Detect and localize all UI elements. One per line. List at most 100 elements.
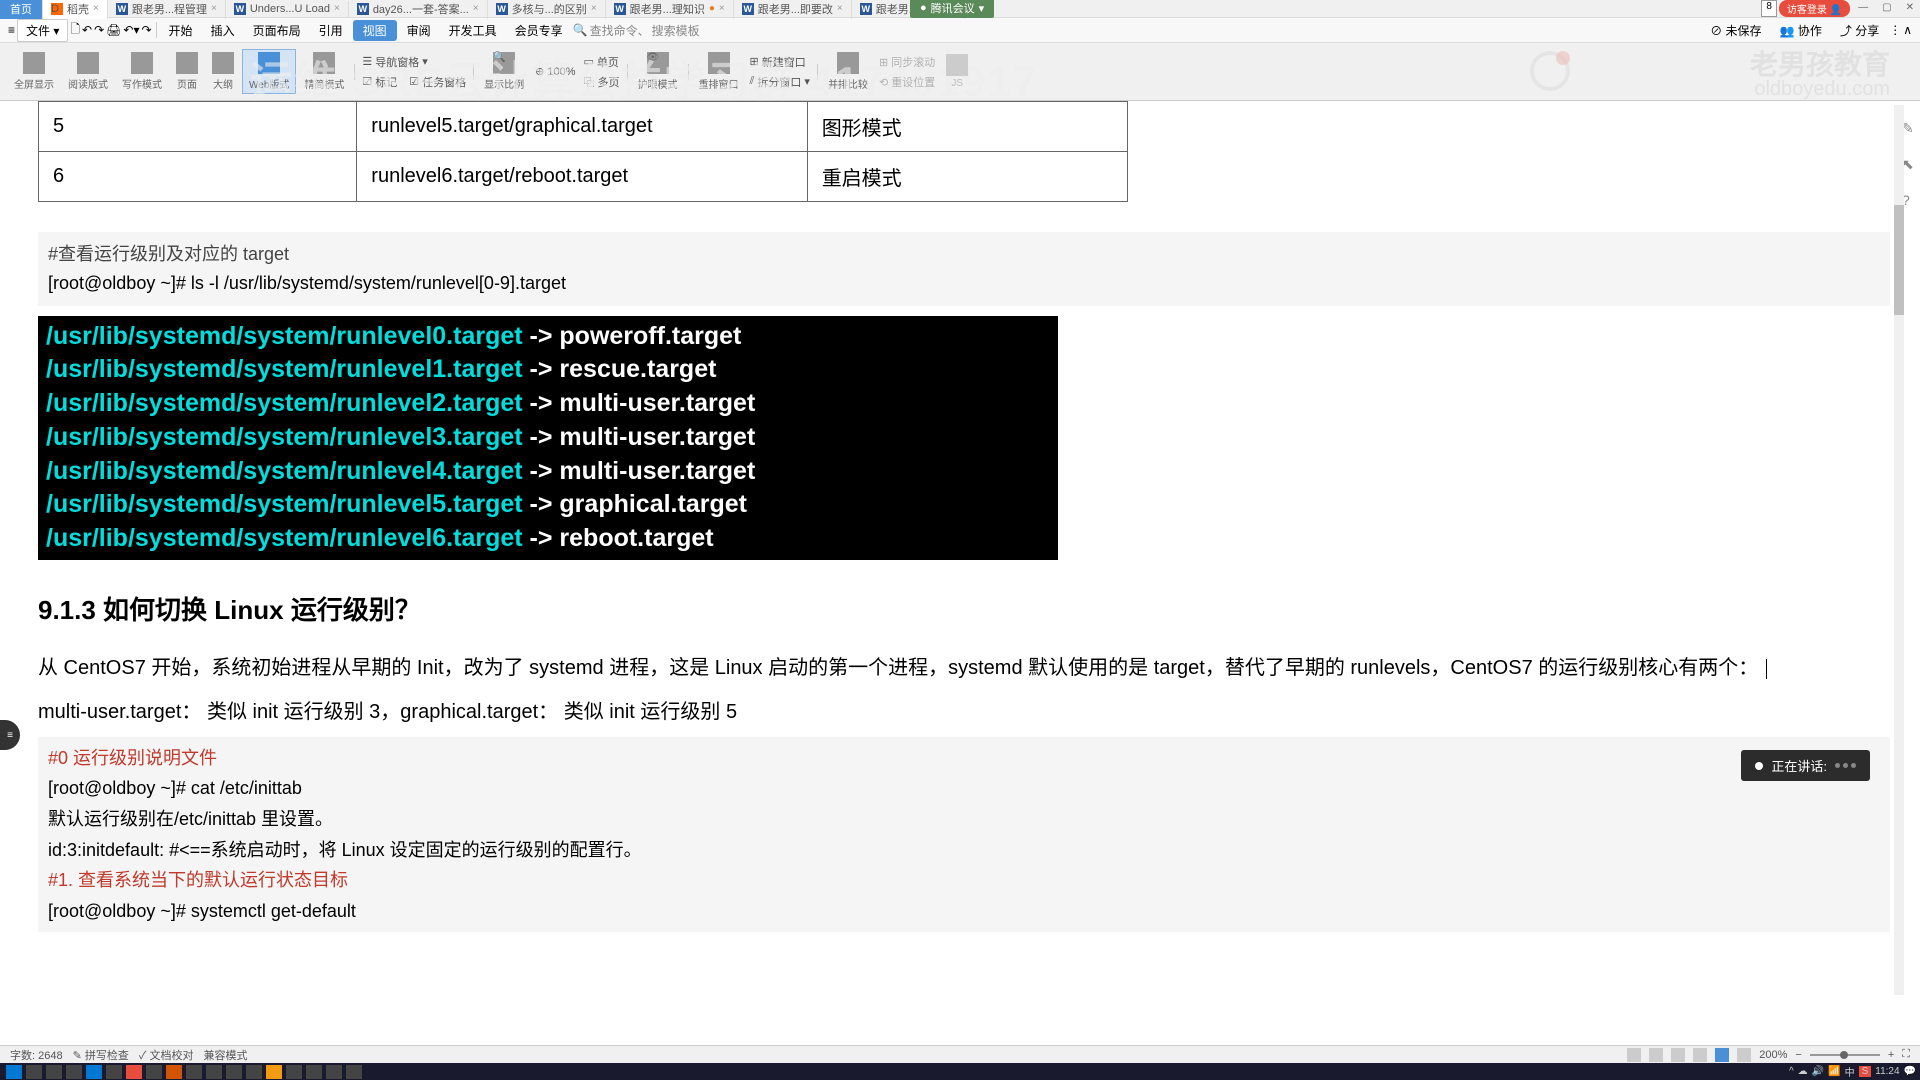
scrollbar-vertical[interactable]: [1894, 105, 1904, 995]
compat-mode[interactable]: 兼容模式: [203, 1047, 247, 1063]
tab-doc-2[interactable]: W跟老男...程管理×: [108, 0, 226, 19]
app-icon[interactable]: [306, 1065, 322, 1079]
menu-file[interactable]: 文件 ▾: [17, 19, 68, 42]
app-icon[interactable]: [246, 1065, 262, 1079]
tray-ime[interactable]: 中: [1845, 1064, 1855, 1079]
menu-dev[interactable]: 开发工具: [441, 20, 505, 41]
tab-doc-6[interactable]: W跟老男...理知识●×: [606, 0, 734, 19]
menu-layout[interactable]: 页面布局: [245, 20, 309, 41]
view-mode-icon[interactable]: [1737, 1048, 1751, 1062]
text-cursor: [1766, 659, 1767, 679]
fullscreen-icon[interactable]: ⛶: [1902, 1048, 1910, 1061]
cursor-icon[interactable]: ⬉: [1902, 156, 1918, 172]
word-count[interactable]: 字数: 2648: [10, 1047, 63, 1063]
pencil-icon[interactable]: ✎: [1902, 120, 1918, 136]
close-icon[interactable]: ×: [591, 3, 597, 14]
zoom-slider[interactable]: [1810, 1054, 1880, 1056]
tool-outline[interactable]: 大纲: [206, 50, 240, 93]
close-icon[interactable]: ×: [473, 3, 479, 14]
tool-writing[interactable]: 写作模式: [116, 50, 168, 93]
chrome-icon[interactable]: [126, 1065, 142, 1079]
app-icon[interactable]: [226, 1065, 242, 1079]
menu-member[interactable]: 会员专享: [507, 20, 571, 41]
menu-icon[interactable]: ≡: [8, 23, 15, 37]
tray-chevron[interactable]: ^: [1789, 1066, 1794, 1077]
redo-icon[interactable]: ↷: [94, 23, 104, 37]
speaking-dots: [1835, 763, 1856, 768]
close-button[interactable]: ✕: [1900, 0, 1920, 17]
floating-meeting-tab[interactable]: ● 腾讯会议 ▾: [910, 0, 994, 18]
mic-icon: [1755, 762, 1763, 770]
tab-doc-1[interactable]: D稻壳×: [43, 0, 108, 19]
tab-doc-5[interactable]: W多核与...的区别×: [488, 0, 606, 19]
menu-ref[interactable]: 引用: [311, 20, 351, 41]
tab-doc-4[interactable]: Wday26...一套-答案...×: [349, 0, 488, 19]
tab-doc-7[interactable]: W跟老男...即要改×: [734, 0, 852, 19]
folder-icon[interactable]: [266, 1065, 282, 1079]
close-icon[interactable]: ×: [93, 3, 99, 14]
task-view-icon[interactable]: [46, 1065, 62, 1079]
app-icon[interactable]: [166, 1065, 182, 1079]
tray-icon[interactable]: ☁: [1798, 1066, 1808, 1077]
save-icon[interactable]: 🗋: [70, 20, 80, 41]
tool-reading[interactable]: 阅读版式: [62, 50, 114, 93]
tool-fullscreen[interactable]: 全屏显示: [8, 50, 60, 93]
app-icon[interactable]: [186, 1065, 202, 1079]
scroll-thumb[interactable]: [1894, 205, 1904, 315]
search-box[interactable]: 🔍 查找命令、搜索模板: [573, 22, 700, 39]
menu-unsaved[interactable]: ⊘ 未保存: [1702, 20, 1769, 41]
view-mode-icon[interactable]: [1649, 1048, 1663, 1062]
undo-icon[interactable]: ↶: [82, 23, 92, 37]
table-cell: 图形模式: [807, 102, 1127, 152]
menu-insert[interactable]: 插入: [203, 20, 243, 41]
code-line: id:3:initdefault: #<==系统启动时，将 Linux 设定固定…: [48, 835, 1880, 866]
app-icon[interactable]: [286, 1065, 302, 1079]
tray-icon[interactable]: 📶: [1828, 1066, 1840, 1077]
zoom-in[interactable]: +: [1888, 1049, 1894, 1061]
explorer-icon[interactable]: [66, 1065, 82, 1079]
app-icon[interactable]: [146, 1065, 162, 1079]
edge-icon[interactable]: [86, 1065, 102, 1079]
clock[interactable]: 11:24: [1875, 1066, 1899, 1077]
doc-check[interactable]: ✓ 文档校对: [139, 1047, 194, 1063]
search-icon[interactable]: [26, 1065, 42, 1079]
notification-badge[interactable]: 8: [1761, 0, 1777, 17]
tray-icon[interactable]: 🔊: [1812, 1066, 1824, 1077]
redo2-icon[interactable]: ↷: [141, 23, 151, 37]
zoom-out[interactable]: −: [1795, 1049, 1801, 1061]
zoom-value[interactable]: 200%: [1759, 1049, 1787, 1061]
menu-review[interactable]: 审阅: [399, 20, 439, 41]
print-icon[interactable]: 🖨: [106, 23, 121, 37]
tray-icon[interactable]: S: [1859, 1066, 1872, 1077]
view-mode-icon[interactable]: [1671, 1048, 1685, 1062]
close-icon[interactable]: ×: [719, 3, 725, 14]
menu-collab[interactable]: 👥 协作: [1772, 20, 1830, 41]
view-mode-icon[interactable]: [1693, 1048, 1707, 1062]
menu-start[interactable]: 开始: [161, 20, 201, 41]
app-icon[interactable]: [346, 1065, 362, 1079]
maximize-button[interactable]: ▢: [1876, 0, 1897, 17]
app-icon[interactable]: [326, 1065, 342, 1079]
help-icon[interactable]: ?: [1902, 192, 1918, 208]
tab-doc-3[interactable]: WUnders...U Load×: [226, 1, 349, 17]
login-button[interactable]: 访客登录 👤: [1779, 0, 1850, 17]
spell-check[interactable]: ✎ 拼写检查: [73, 1047, 129, 1063]
close-icon[interactable]: ×: [334, 3, 340, 14]
view-mode-icon[interactable]: [1627, 1048, 1641, 1062]
menu-view[interactable]: 视图: [353, 20, 397, 41]
menu-more[interactable]: ⋮: [1889, 23, 1901, 37]
close-icon[interactable]: ×: [211, 3, 217, 14]
w-icon: W: [116, 3, 128, 15]
app-icon[interactable]: [106, 1065, 122, 1079]
minimize-button[interactable]: —: [1852, 0, 1874, 17]
notification-icon[interactable]: 💬: [1904, 1066, 1916, 1077]
view-mode-active-icon[interactable]: [1715, 1048, 1729, 1062]
close-icon[interactable]: ×: [837, 3, 843, 14]
menu-share[interactable]: ⤴ 分享: [1832, 20, 1887, 41]
undo2-icon[interactable]: ↶▾: [123, 23, 139, 37]
menu-collapse[interactable]: ∧: [1903, 23, 1912, 37]
start-button[interactable]: [6, 1065, 22, 1079]
tab-home[interactable]: 首页: [0, 0, 43, 19]
app-icon[interactable]: [206, 1065, 222, 1079]
tool-page[interactable]: 页面: [170, 50, 204, 93]
